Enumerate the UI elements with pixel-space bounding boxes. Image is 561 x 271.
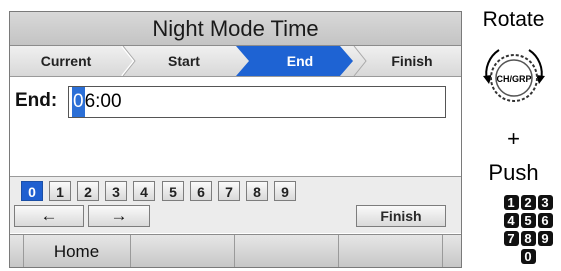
num-badge-9: 9 <box>537 231 553 246</box>
number-keys-icon: 123 456 789 0 <box>499 194 557 266</box>
operation-guide: Rotate CH/GRP + Push 123 456 789 0 <box>466 0 561 271</box>
softkey-2[interactable] <box>130 235 235 267</box>
finish-button[interactable]: Finish <box>356 205 446 227</box>
key-0[interactable]: 0 <box>21 181 43 201</box>
key-2[interactable]: 2 <box>77 181 99 201</box>
ch-grp-knob-icon: CH/GRP <box>483 49 545 102</box>
num-badge-2: 2 <box>520 195 536 210</box>
push-label: Push <box>488 160 539 185</box>
num-badge-7: 7 <box>503 231 519 246</box>
plus-label: + <box>507 126 520 151</box>
num-badge-3: 3 <box>537 195 553 210</box>
num-badge-5: 5 <box>520 213 536 228</box>
num-badge-1: 1 <box>503 195 519 210</box>
end-time-input[interactable]: 06:00 <box>68 86 446 118</box>
key-9[interactable]: 9 <box>274 181 296 201</box>
num-badge-8: 8 <box>520 231 536 246</box>
step-end: End <box>286 53 314 69</box>
step-bar: Current Start End Finish <box>10 46 461 77</box>
end-field-label: End: <box>15 90 58 111</box>
cursor-right-button[interactable]: → <box>88 205 150 227</box>
input-cursor: 0 <box>72 87 85 117</box>
radio-display: Night Mode Time Current Start End Finish… <box>9 11 462 268</box>
step-current: Current <box>40 53 92 69</box>
softkey-bar: Home <box>10 234 461 267</box>
cursor-left-button[interactable]: ← <box>14 205 84 227</box>
softkey-4[interactable] <box>338 235 443 267</box>
num-badge-4: 4 <box>503 213 519 228</box>
key-4[interactable]: 4 <box>133 181 155 201</box>
rotate-label: Rotate <box>482 8 545 31</box>
num-badge-6: 6 <box>537 213 553 228</box>
input-value: 6:00 <box>84 91 122 112</box>
key-8[interactable]: 8 <box>246 181 268 201</box>
key-6[interactable]: 6 <box>190 181 212 201</box>
knob-label: CH/GRP <box>496 74 531 84</box>
softkey-3[interactable] <box>234 235 339 267</box>
screen-title: Night Mode Time <box>10 12 461 46</box>
keypad: 0 1 2 3 4 5 6 7 8 9 ← → Finish <box>10 176 461 233</box>
step-start: Start <box>168 53 200 69</box>
home-softkey[interactable]: Home <box>23 235 131 267</box>
step-finish: Finish <box>391 53 433 69</box>
key-3[interactable]: 3 <box>105 181 127 201</box>
key-7[interactable]: 7 <box>218 181 240 201</box>
key-1[interactable]: 1 <box>49 181 71 201</box>
num-badge-0: 0 <box>520 249 536 264</box>
key-5[interactable]: 5 <box>162 181 184 201</box>
softkey-spacer <box>10 235 24 267</box>
